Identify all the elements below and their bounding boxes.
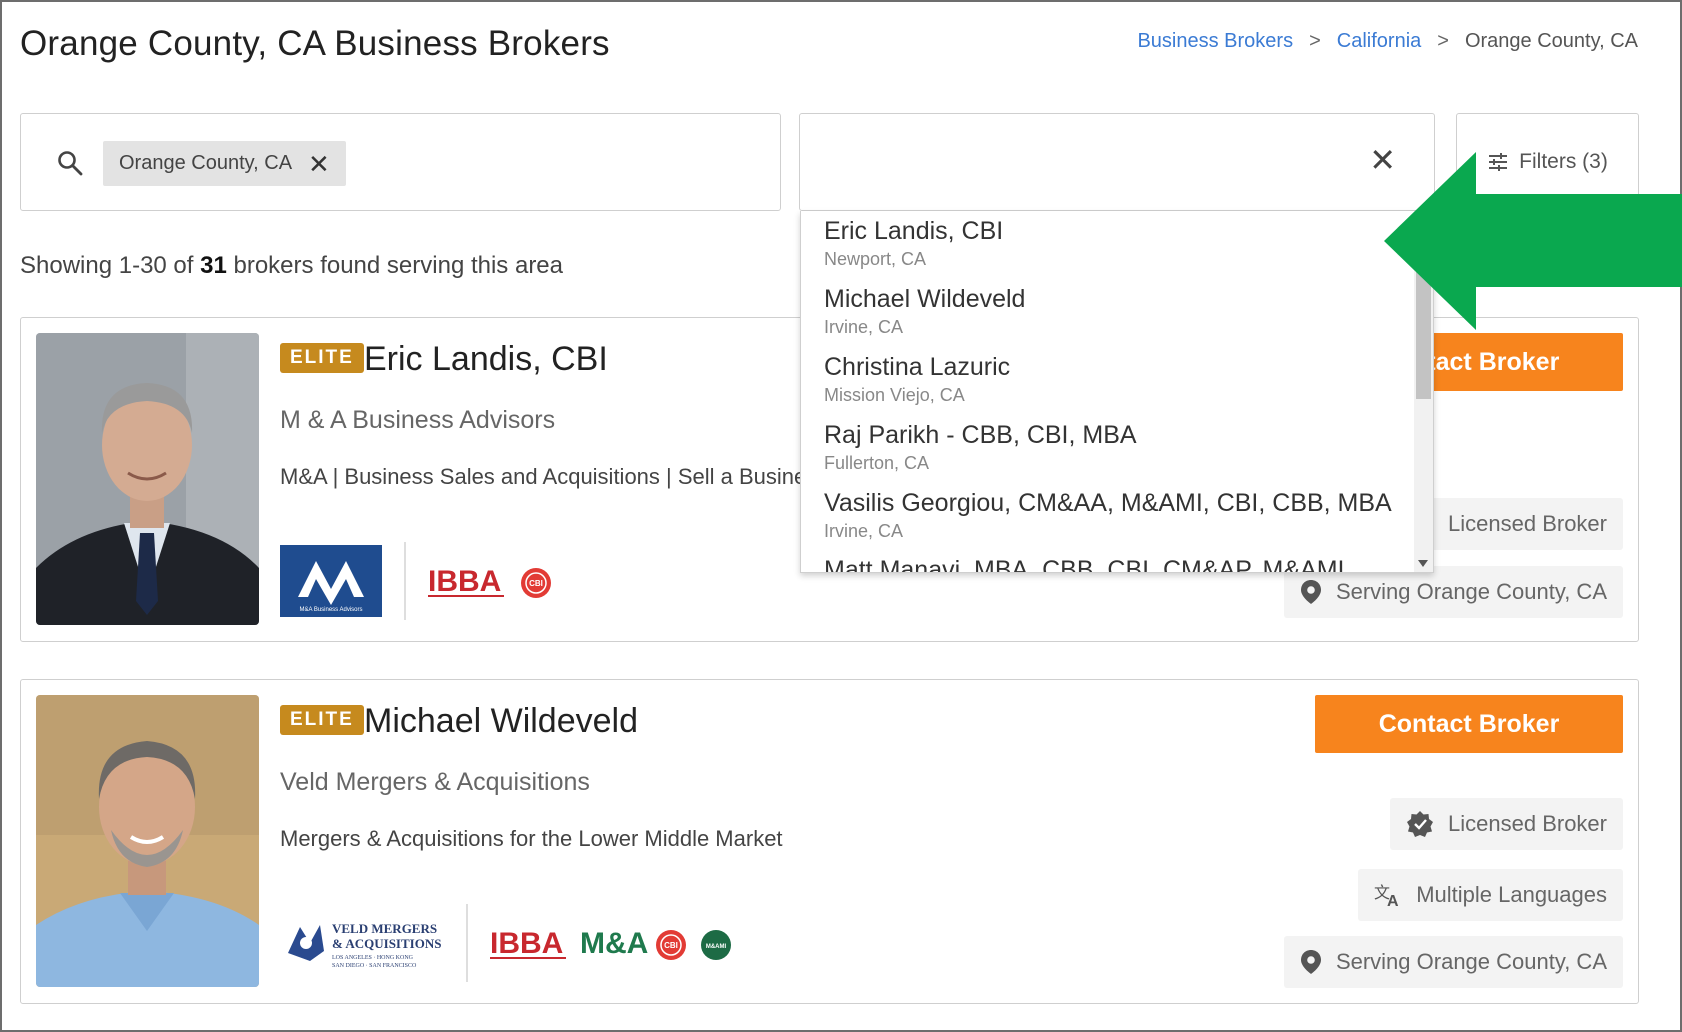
breadcrumb-business-brokers[interactable]: Business Brokers	[1137, 30, 1293, 53]
svg-text:M&A: M&A	[580, 927, 648, 960]
dropdown-option[interactable]: Christina Lazuric Mission Viejo, CA	[824, 353, 1010, 406]
dropdown-option[interactable]: Raj Parikh - CBB, CBI, MBA Fullerton, CA	[824, 421, 1137, 474]
languages-badge: 文 A Multiple Languages	[1358, 869, 1623, 921]
breadcrumb: Business Brokers > California > Orange C…	[1137, 30, 1638, 53]
search-icon	[58, 151, 83, 176]
serving-area-badge: Serving Orange County, CA	[1283, 566, 1623, 618]
dropdown-option[interactable]: Eric Landis, CBI Newport, CA	[824, 217, 1003, 270]
elite-badge: ELITE	[280, 343, 364, 373]
broker-logos: M&A Business Advisors IBBA CBI	[280, 542, 558, 620]
svg-text:SAN DIEGO · SAN FRANCISCO: SAN DIEGO · SAN FRANCISCO	[332, 963, 417, 969]
svg-text:LOS ANGELES · HONG KONG: LOS ANGELES · HONG KONG	[332, 955, 414, 961]
svg-text:M&AMI: M&AMI	[706, 944, 727, 950]
logo-divider	[404, 542, 406, 620]
broker-autocomplete-dropdown[interactable]: Eric Landis, CBI Newport, CA Michael Wil…	[800, 211, 1434, 573]
svg-text:M&A Business Advisors: M&A Business Advisors	[299, 607, 362, 613]
annotation-arrow-icon	[1384, 152, 1682, 330]
location-search-input[interactable]: Orange County, CA ✕	[20, 113, 781, 211]
broker-name[interactable]: Michael Wildeveld	[364, 702, 638, 741]
remove-location-icon[interactable]: ✕	[308, 151, 330, 177]
svg-text:A: A	[1387, 893, 1399, 908]
broker-company: Veld Mergers & Acquisitions	[280, 768, 590, 796]
elite-badge: ELITE	[280, 705, 364, 735]
dropdown-option[interactable]: Michael Wildeveld Irvine, CA	[824, 285, 1025, 338]
company-logo: VELD MERGERS & ACQUISITIONS LOS ANGELES …	[288, 921, 441, 969]
results-count: Showing 1-30 of 31 brokers found serving…	[20, 252, 564, 279]
svg-text:& ACQUISITIONS: & ACQUISITIONS	[332, 936, 441, 951]
company-logo: M&A Business Advisors	[280, 545, 382, 617]
location-pin-icon	[1300, 580, 1321, 604]
dropdown-option[interactable]: Matt Manavi, MBA, CBB, CBI, CM&AP, M&AMI	[824, 556, 1345, 572]
logo-divider	[466, 904, 468, 982]
breadcrumb-separator: >	[1437, 30, 1449, 52]
svg-text:VELD MERGERS: VELD MERGERS	[332, 921, 437, 936]
location-chip: Orange County, CA ✕	[103, 141, 346, 186]
broker-name-search-input[interactable]: ✕	[799, 113, 1435, 211]
broker-photo[interactable]	[36, 695, 259, 987]
breadcrumb-california[interactable]: California	[1337, 30, 1421, 53]
licensed-broker-badge: Licensed Broker	[1390, 798, 1623, 850]
association-logos: IBBA M&A CBI M&AMI	[490, 927, 731, 960]
results-total: 31	[200, 252, 227, 279]
svg-text:CBI: CBI	[664, 941, 678, 950]
translate-icon: 文 A	[1374, 883, 1399, 908]
svg-text:IBBA: IBBA	[428, 565, 501, 598]
broker-company: M & A Business Advisors	[280, 406, 556, 434]
location-pin-icon	[1300, 950, 1321, 974]
broker-name[interactable]: Eric Landis, CBI	[364, 340, 608, 379]
svg-text:IBBA: IBBA	[490, 927, 563, 960]
broker-tagline: M&A | Business Sales and Acquisitions | …	[280, 464, 829, 489]
association-logos: IBBA CBI	[428, 565, 551, 598]
dropdown-option[interactable]: Vasilis Georgiou, CM&AA, M&AMI, CBI, CBB…	[824, 489, 1392, 542]
contact-broker-button[interactable]: Contact Broker	[1315, 695, 1623, 753]
serving-area-badge: Serving Orange County, CA	[1283, 936, 1623, 988]
broker-card[interactable]: ELITE Michael Wildeveld Veld Mergers & A…	[20, 679, 1639, 1004]
broker-logos: VELD MERGERS & ACQUISITIONS LOS ANGELES …	[280, 904, 740, 982]
scroll-down-arrow-icon[interactable]	[1418, 560, 1428, 567]
broker-tagline: Mergers & Acquisitions for the Lower Mid…	[280, 826, 783, 851]
breadcrumb-current: Orange County, CA	[1464, 30, 1638, 52]
broker-photo[interactable]	[36, 333, 259, 625]
location-chip-label: Orange County, CA	[119, 152, 293, 174]
page-title: Orange County, CA Business Brokers	[20, 24, 610, 63]
breadcrumb-separator: >	[1309, 30, 1321, 52]
verified-badge-icon	[1407, 811, 1434, 837]
svg-text:CBI: CBI	[529, 579, 543, 588]
